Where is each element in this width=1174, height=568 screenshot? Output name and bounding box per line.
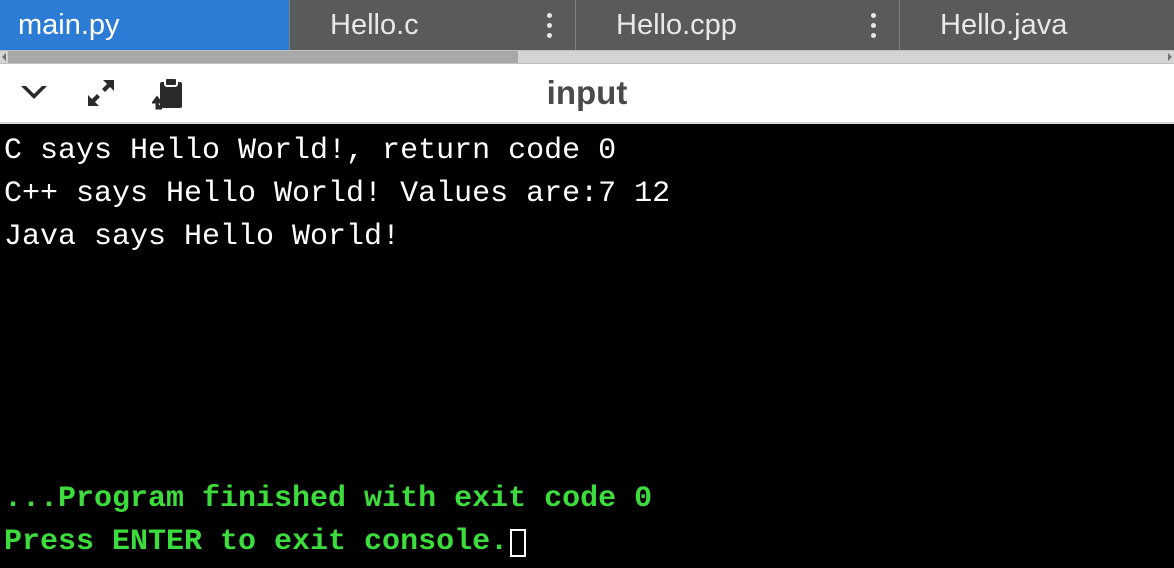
scroll-right-icon[interactable] — [1164, 51, 1174, 63]
vertical-dots-icon[interactable] — [537, 0, 561, 50]
console-exit-line: Press ENTER to exit console. — [4, 521, 652, 564]
horizontal-scrollbar[interactable] — [0, 50, 1174, 64]
paste-icon[interactable] — [152, 76, 184, 110]
expand-icon[interactable] — [86, 78, 116, 108]
tab-label: Hello.java — [940, 9, 1067, 42]
tab-hello-java[interactable]: Hello.java — [900, 0, 1174, 50]
tab-label: main.py — [18, 9, 120, 42]
tab-bar: main.py Hello.c Hello.cpp Hello.java — [0, 0, 1174, 50]
vertical-dots-icon[interactable] — [861, 0, 885, 50]
cursor-icon — [510, 529, 526, 557]
tab-label: Hello.cpp — [616, 9, 737, 42]
scrollbar-thumb[interactable] — [8, 51, 518, 63]
console-line: C says Hello World!, return code 0 — [4, 130, 1170, 173]
console-exit-line: ...Program finished with exit code 0 — [4, 478, 652, 521]
console-line: Java says Hello World! — [4, 216, 1170, 259]
chevron-down-icon[interactable] — [18, 82, 50, 104]
tab-hello-c[interactable]: Hello.c — [290, 0, 576, 50]
tab-hello-cpp[interactable]: Hello.cpp — [576, 0, 900, 50]
console-toolbar: input — [0, 64, 1174, 124]
console-output[interactable]: C says Hello World!, return code 0 C++ s… — [0, 124, 1174, 568]
tab-label: Hello.c — [330, 9, 419, 42]
tab-main-py[interactable]: main.py — [0, 0, 290, 50]
console-line: C++ says Hello World! Values are:7 12 — [4, 173, 1170, 216]
